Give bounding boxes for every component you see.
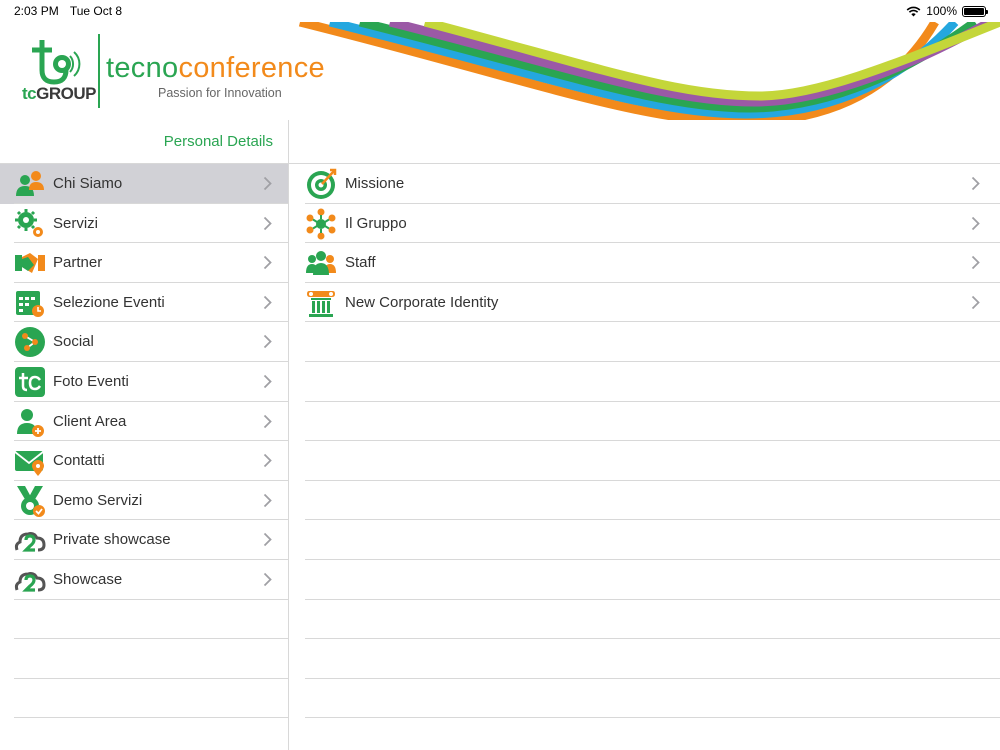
- submenu-item-missione[interactable]: Missione: [289, 164, 1000, 204]
- chevron-right-icon: [263, 572, 272, 587]
- menu-item-contatti[interactable]: Contatti: [0, 441, 288, 481]
- menu-item-demo-servizi[interactable]: Demo Servizi: [0, 481, 288, 521]
- empty-row: [289, 322, 1000, 362]
- chevron-right-icon: [971, 176, 980, 191]
- submenu-header: [289, 120, 1000, 164]
- chevron-right-icon: [971, 295, 980, 309]
- chevron-right-icon: [263, 216, 272, 230]
- personal-details-link[interactable]: Personal Details: [164, 133, 273, 150]
- column-icon: [307, 290, 335, 317]
- user-add-icon: [17, 408, 44, 437]
- gears-icon: [15, 208, 43, 237]
- wifi-icon: [906, 6, 921, 16]
- brand-name: tecnoconference: [106, 52, 325, 84]
- menu-item-partner[interactable]: Partner: [0, 243, 288, 283]
- chevron-right-icon: [263, 295, 272, 309]
- submenu: Missione Il Gruppo Staff New Corporate I…: [289, 120, 1000, 750]
- people-icon: [16, 171, 44, 196]
- menu-item-servizi[interactable]: Servizi: [0, 204, 288, 244]
- main-menu: Personal Details Chi Siamo Servizi Partn…: [0, 120, 288, 750]
- submenu-item-staff[interactable]: Staff: [289, 243, 1000, 283]
- app-header: tcGROUP tecnoconference Passion for Inno…: [0, 22, 1000, 120]
- tc-logo-icon: [15, 366, 45, 397]
- cloud-icon: [14, 532, 46, 552]
- status-bar: 2:03 PM Tue Oct 8 100%: [0, 0, 1000, 22]
- tc-group-wordmark: tcGROUP: [22, 84, 96, 103]
- empty-row: [0, 679, 288, 719]
- calendar-icon: [16, 290, 44, 317]
- brand-tagline: Passion for Innovation: [158, 86, 282, 100]
- chevron-right-icon: [971, 216, 980, 230]
- menu-item-private-showcase[interactable]: Private showcase: [0, 520, 288, 560]
- handshake-icon: [15, 253, 45, 274]
- status-date: Tue Oct 8: [69, 4, 123, 18]
- status-time: 2:03 PM: [14, 4, 59, 18]
- cloud-icon: [14, 571, 46, 592]
- target-icon: [307, 168, 337, 199]
- logo-divider: [98, 34, 100, 108]
- empty-row: [289, 679, 1000, 719]
- share-icon: [15, 327, 45, 358]
- menu-item-chi-siamo[interactable]: Chi Siamo: [0, 164, 288, 204]
- mail-location-icon: [14, 451, 44, 477]
- staff-icon: [306, 251, 336, 276]
- badge-check-icon: [17, 485, 45, 517]
- chevron-right-icon: [263, 176, 272, 191]
- group-network-icon: [306, 208, 336, 240]
- empty-row: [289, 402, 1000, 442]
- empty-row: [0, 639, 288, 679]
- empty-row: [0, 600, 288, 640]
- chevron-right-icon: [263, 493, 272, 507]
- menu-item-selezione-eventi[interactable]: Selezione Eventi: [0, 283, 288, 323]
- submenu-item-il-gruppo[interactable]: Il Gruppo: [289, 204, 1000, 244]
- menu-item-foto-eventi[interactable]: Foto Eventi: [0, 362, 288, 402]
- empty-row: [289, 639, 1000, 679]
- empty-row: [289, 600, 1000, 640]
- empty-row: [289, 481, 1000, 521]
- chevron-right-icon: [263, 374, 272, 389]
- chevron-right-icon: [263, 335, 272, 349]
- empty-row: [289, 441, 1000, 481]
- battery-percent: 100%: [926, 4, 957, 18]
- empty-row: [289, 520, 1000, 560]
- battery-icon: [962, 5, 988, 17]
- menu-item-social[interactable]: Social: [0, 322, 288, 362]
- chevron-right-icon: [263, 454, 272, 468]
- chevron-right-icon: [263, 256, 272, 270]
- submenu-item-new-corporate-identity[interactable]: New Corporate Identity: [289, 283, 1000, 323]
- chevron-right-icon: [971, 256, 980, 270]
- menu-item-showcase[interactable]: Showcase: [0, 560, 288, 600]
- menu-item-client-area[interactable]: Client Area: [0, 402, 288, 442]
- empty-row: [289, 362, 1000, 402]
- chevron-right-icon: [263, 414, 272, 428]
- empty-row: [289, 560, 1000, 600]
- chevron-right-icon: [263, 533, 272, 547]
